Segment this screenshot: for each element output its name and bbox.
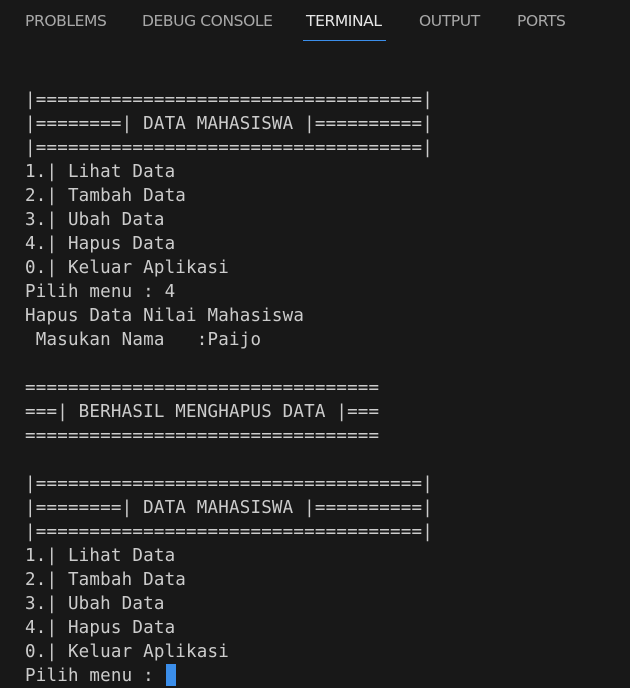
terminal-line-text: ================================= xyxy=(25,426,380,446)
tab-debug-console[interactable]: DEBUG CONSOLE xyxy=(142,12,273,30)
terminal-line-text: 0.| Keluar Aplikasi xyxy=(25,642,229,662)
terminal-line-text: 0.| Keluar Aplikasi xyxy=(25,258,229,278)
terminal-line: 2.| Tambah Data xyxy=(25,184,625,208)
terminal-line: 0.| Keluar Aplikasi xyxy=(25,256,625,280)
terminal-line: 1.| Lihat Data xyxy=(25,160,625,184)
terminal-line-text: |========| DATA MAHASISWA |==========| xyxy=(25,114,433,134)
terminal-line: 3.| Ubah Data xyxy=(25,592,625,616)
terminal-line-text: Hapus Data Nilai Mahasiswa xyxy=(25,306,305,326)
terminal-line-text: |====================================| xyxy=(25,90,433,110)
terminal-line: 4.| Hapus Data xyxy=(25,616,625,640)
terminal-line-text: ===| BERHASIL MENGHAPUS DATA |=== xyxy=(25,402,380,422)
terminal-line-text: |========| DATA MAHASISWA |==========| xyxy=(25,498,433,518)
terminal-line-text: 4.| Hapus Data xyxy=(25,618,176,638)
terminal-line: Masukan Nama :Paijo xyxy=(25,328,625,352)
terminal-line: ================================= xyxy=(25,424,625,448)
terminal-cursor xyxy=(165,664,176,686)
terminal-line-text: ================================= xyxy=(25,378,380,398)
active-tab-indicator xyxy=(303,40,386,41)
terminal-line: |====================================| xyxy=(25,88,625,112)
tab-problems[interactable]: PROBLEMS xyxy=(25,12,107,30)
terminal-line-text: |====================================| xyxy=(25,474,433,494)
terminal-line: ================================= xyxy=(25,376,625,400)
terminal-line: Pilih menu : 4 xyxy=(25,280,625,304)
terminal-line: |====================================| xyxy=(25,472,625,496)
terminal-line-text: Pilih menu : xyxy=(25,666,165,686)
terminal-line: 4.| Hapus Data xyxy=(25,232,625,256)
terminal-line: Hapus Data Nilai Mahasiswa xyxy=(25,304,625,328)
terminal-line: Pilih menu : xyxy=(25,664,625,688)
terminal-line-text: 1.| Lihat Data xyxy=(25,546,176,566)
tab-ports[interactable]: PORTS xyxy=(517,12,566,30)
terminal-line: 2.| Tambah Data xyxy=(25,568,625,592)
terminal-line-text: Masukan Nama :Paijo xyxy=(25,330,262,350)
terminal-line-text: 3.| Ubah Data xyxy=(25,210,165,230)
panel-tab-bar: PROBLEMS DEBUG CONSOLE TERMINAL OUTPUT P… xyxy=(0,0,630,44)
terminal-line: 3.| Ubah Data xyxy=(25,208,625,232)
terminal-line: |========| DATA MAHASISWA |==========| xyxy=(25,496,625,520)
terminal-line: ===| BERHASIL MENGHAPUS DATA |=== xyxy=(25,400,625,424)
terminal-line: 1.| Lihat Data xyxy=(25,544,625,568)
terminal-line-text: 1.| Lihat Data xyxy=(25,162,176,182)
terminal-line-text: |====================================| xyxy=(25,522,433,542)
terminal-line-text: 2.| Tambah Data xyxy=(25,570,187,590)
terminal-line-text: 2.| Tambah Data xyxy=(25,186,187,206)
tab-terminal[interactable]: TERMINAL xyxy=(306,12,382,30)
terminal-line-text: Pilih menu : 4 xyxy=(25,282,176,302)
terminal-line-text: 4.| Hapus Data xyxy=(25,234,176,254)
tab-output[interactable]: OUTPUT xyxy=(419,12,480,30)
terminal-line-text: |====================================| xyxy=(25,138,433,158)
terminal-line-text: 3.| Ubah Data xyxy=(25,594,165,614)
terminal-line: |====================================| xyxy=(25,136,625,160)
terminal-line: |========| DATA MAHASISWA |==========| xyxy=(25,112,625,136)
terminal-line: 0.| Keluar Aplikasi xyxy=(25,640,625,664)
terminal-line: |====================================| xyxy=(25,520,625,544)
terminal-output[interactable]: |====================================| |=… xyxy=(25,88,625,688)
